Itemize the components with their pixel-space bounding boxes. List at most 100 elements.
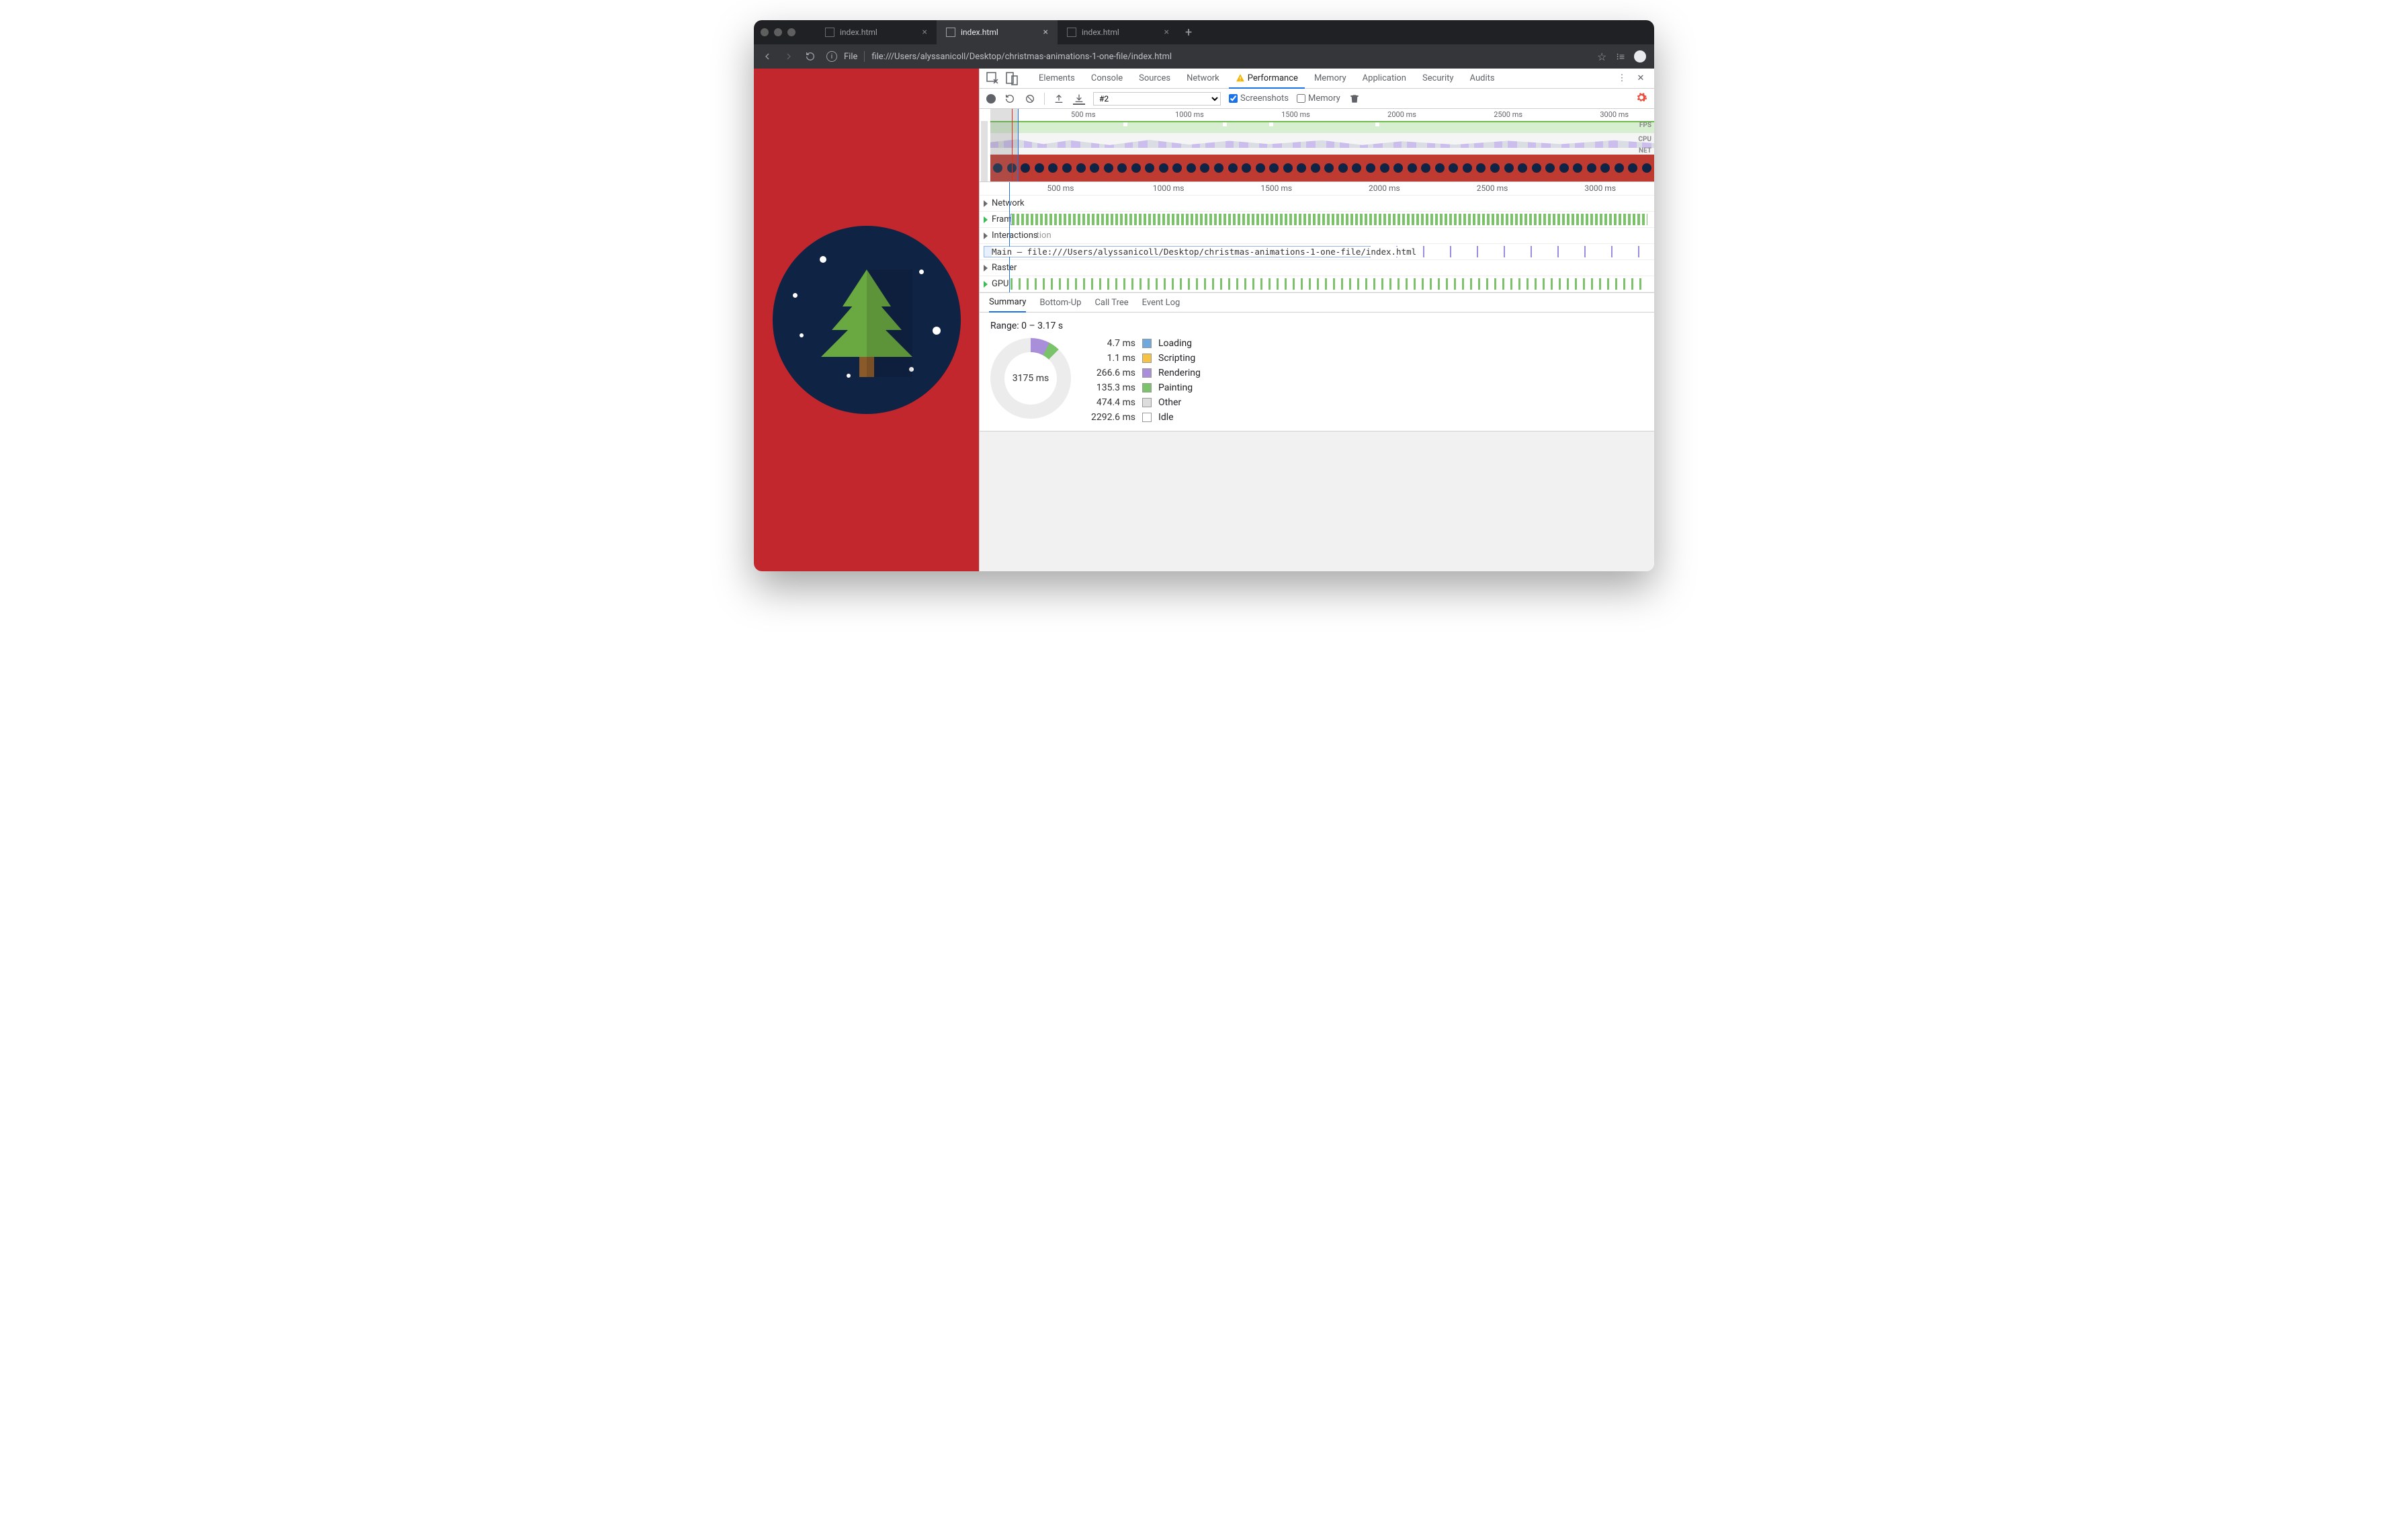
tab-network[interactable]: Network: [1180, 69, 1226, 89]
trash-icon[interactable]: [1348, 93, 1361, 105]
screenshot-thumb[interactable]: [1116, 156, 1129, 180]
screenshot-thumb[interactable]: [1074, 156, 1087, 180]
screenshot-thumb[interactable]: [1586, 156, 1598, 180]
screenshot-thumb[interactable]: [1254, 156, 1266, 180]
screenshot-thumb[interactable]: [1144, 156, 1156, 180]
track-network[interactable]: Network: [980, 196, 1654, 212]
screenshot-thumb[interactable]: [1420, 156, 1432, 180]
screenshots-strip[interactable]: [990, 155, 1654, 181]
close-window-button[interactable]: [761, 28, 769, 36]
screenshot-thumb[interactable]: [1627, 156, 1639, 180]
screenshot-thumb[interactable]: [1213, 156, 1226, 180]
timeline-overview[interactable]: 500 ms 1000 ms 1500 ms 2000 ms 2500 ms 3…: [980, 109, 1654, 182]
screenshot-thumb[interactable]: [1516, 156, 1529, 180]
screenshot-thumb[interactable]: [1309, 156, 1322, 180]
tab-sources[interactable]: Sources: [1132, 69, 1177, 89]
memory-checkbox[interactable]: Memory: [1297, 93, 1340, 104]
screenshot-thumb[interactable]: [1489, 156, 1502, 180]
screenshot-thumb[interactable]: [1129, 156, 1142, 180]
overview-scrubber[interactable]: [981, 121, 988, 181]
flamechart[interactable]: 500 ms 1000 ms 1500 ms 2000 ms 2500 ms 3…: [980, 182, 1654, 292]
close-devtools-icon[interactable]: ✕: [1633, 71, 1649, 87]
close-tab-icon[interactable]: ×: [922, 27, 927, 38]
settings-gear-icon[interactable]: [1635, 91, 1647, 106]
screenshot-thumb[interactable]: [1599, 156, 1612, 180]
track-frames[interactable]: Frames: [980, 212, 1654, 228]
screenshot-thumb[interactable]: [1047, 156, 1060, 180]
tab-performance[interactable]: Performance: [1229, 69, 1305, 89]
screenshot-thumb[interactable]: [1365, 156, 1377, 180]
screenshot-thumb[interactable]: [1268, 156, 1281, 180]
profile-avatar[interactable]: [1634, 50, 1646, 63]
tab-event-log[interactable]: Event Log: [1142, 298, 1180, 308]
screenshot-thumb[interactable]: [1544, 156, 1557, 180]
screenshot-thumb[interactable]: [1572, 156, 1584, 180]
forward-button[interactable]: [783, 51, 794, 62]
screenshot-thumb[interactable]: [1088, 156, 1101, 180]
browser-tab-2[interactable]: index.html ×: [1058, 20, 1178, 44]
extensions-icon[interactable]: ⁝≡: [1616, 51, 1625, 63]
tab-summary[interactable]: Summary: [989, 292, 1026, 313]
overview-cursor[interactable]: [1012, 109, 1013, 181]
screenshot-thumb[interactable]: [1240, 156, 1253, 180]
track-interactions[interactable]: Interactionstion: [980, 228, 1654, 244]
screenshot-thumb[interactable]: [1461, 156, 1474, 180]
screenshot-thumb[interactable]: [1392, 156, 1405, 180]
reload-button[interactable]: [805, 51, 816, 62]
kebab-menu-icon[interactable]: ⋮: [1614, 71, 1630, 87]
load-profile-button[interactable]: [1053, 93, 1065, 105]
screenshot-thumb[interactable]: [1475, 156, 1488, 180]
tab-security[interactable]: Security: [1416, 69, 1461, 89]
url-field[interactable]: i File file:///Users/alyssanicoll/Deskto…: [826, 51, 1586, 62]
minimize-window-button[interactable]: [774, 28, 782, 36]
save-profile-button[interactable]: [1073, 93, 1085, 105]
screenshot-thumb[interactable]: [1641, 156, 1653, 180]
screenshot-thumb[interactable]: [1199, 156, 1211, 180]
screenshot-thumb[interactable]: [1350, 156, 1363, 180]
site-info-icon[interactable]: i: [826, 51, 837, 62]
reload-record-button[interactable]: [1004, 93, 1016, 105]
screenshot-thumb[interactable]: [1033, 156, 1046, 180]
zoom-window-button[interactable]: [787, 28, 796, 36]
track-main[interactable]: Main — file:///Users/alyssanicoll/Deskto…: [980, 244, 1654, 260]
bookmark-icon[interactable]: ☆: [1597, 50, 1606, 63]
tab-memory[interactable]: Memory: [1307, 69, 1353, 89]
screenshot-thumb[interactable]: [1378, 156, 1391, 180]
screenshot-thumb[interactable]: [1323, 156, 1336, 180]
tab-application[interactable]: Application: [1356, 69, 1413, 89]
screenshot-thumb[interactable]: [1019, 156, 1032, 180]
screenshot-thumb[interactable]: [1613, 156, 1626, 180]
screenshot-thumb[interactable]: [1557, 156, 1570, 180]
new-tab-button[interactable]: +: [1178, 26, 1199, 40]
track-gpu[interactable]: GPU: [980, 276, 1654, 292]
tab-bottom-up[interactable]: Bottom-Up: [1039, 298, 1081, 308]
inspect-element-icon[interactable]: [985, 71, 1001, 87]
screenshot-thumb[interactable]: [1102, 156, 1115, 180]
screenshot-thumb[interactable]: [1295, 156, 1308, 180]
record-button[interactable]: [986, 94, 996, 104]
screenshot-thumb[interactable]: [1061, 156, 1074, 180]
screenshot-thumb[interactable]: [1171, 156, 1184, 180]
track-raster[interactable]: Raster: [980, 260, 1654, 276]
device-toolbar-icon[interactable]: [1004, 71, 1020, 87]
screenshot-thumb[interactable]: [1185, 156, 1198, 180]
browser-tab-1[interactable]: index.html ×: [937, 20, 1058, 44]
clear-button[interactable]: [1024, 93, 1036, 105]
overview-selection[interactable]: [990, 109, 1019, 181]
screenshot-thumb[interactable]: [1281, 156, 1294, 180]
tab-call-tree[interactable]: Call Tree: [1094, 298, 1128, 308]
tab-console[interactable]: Console: [1084, 69, 1129, 89]
back-button[interactable]: [762, 51, 773, 62]
screenshot-thumb[interactable]: [1406, 156, 1418, 180]
tab-audits[interactable]: Audits: [1463, 69, 1502, 89]
screenshot-thumb[interactable]: [1337, 156, 1350, 180]
browser-tab-0[interactable]: index.html ×: [816, 20, 937, 44]
screenshot-thumb[interactable]: [1226, 156, 1239, 180]
screenshot-thumb[interactable]: [1502, 156, 1515, 180]
tab-elements[interactable]: Elements: [1032, 69, 1082, 89]
screenshot-thumb[interactable]: [1530, 156, 1543, 180]
flamechart-cursor[interactable]: [1009, 182, 1010, 292]
close-tab-icon[interactable]: ×: [1043, 27, 1048, 38]
screenshot-thumb[interactable]: [1447, 156, 1460, 180]
close-tab-icon[interactable]: ×: [1164, 27, 1169, 38]
